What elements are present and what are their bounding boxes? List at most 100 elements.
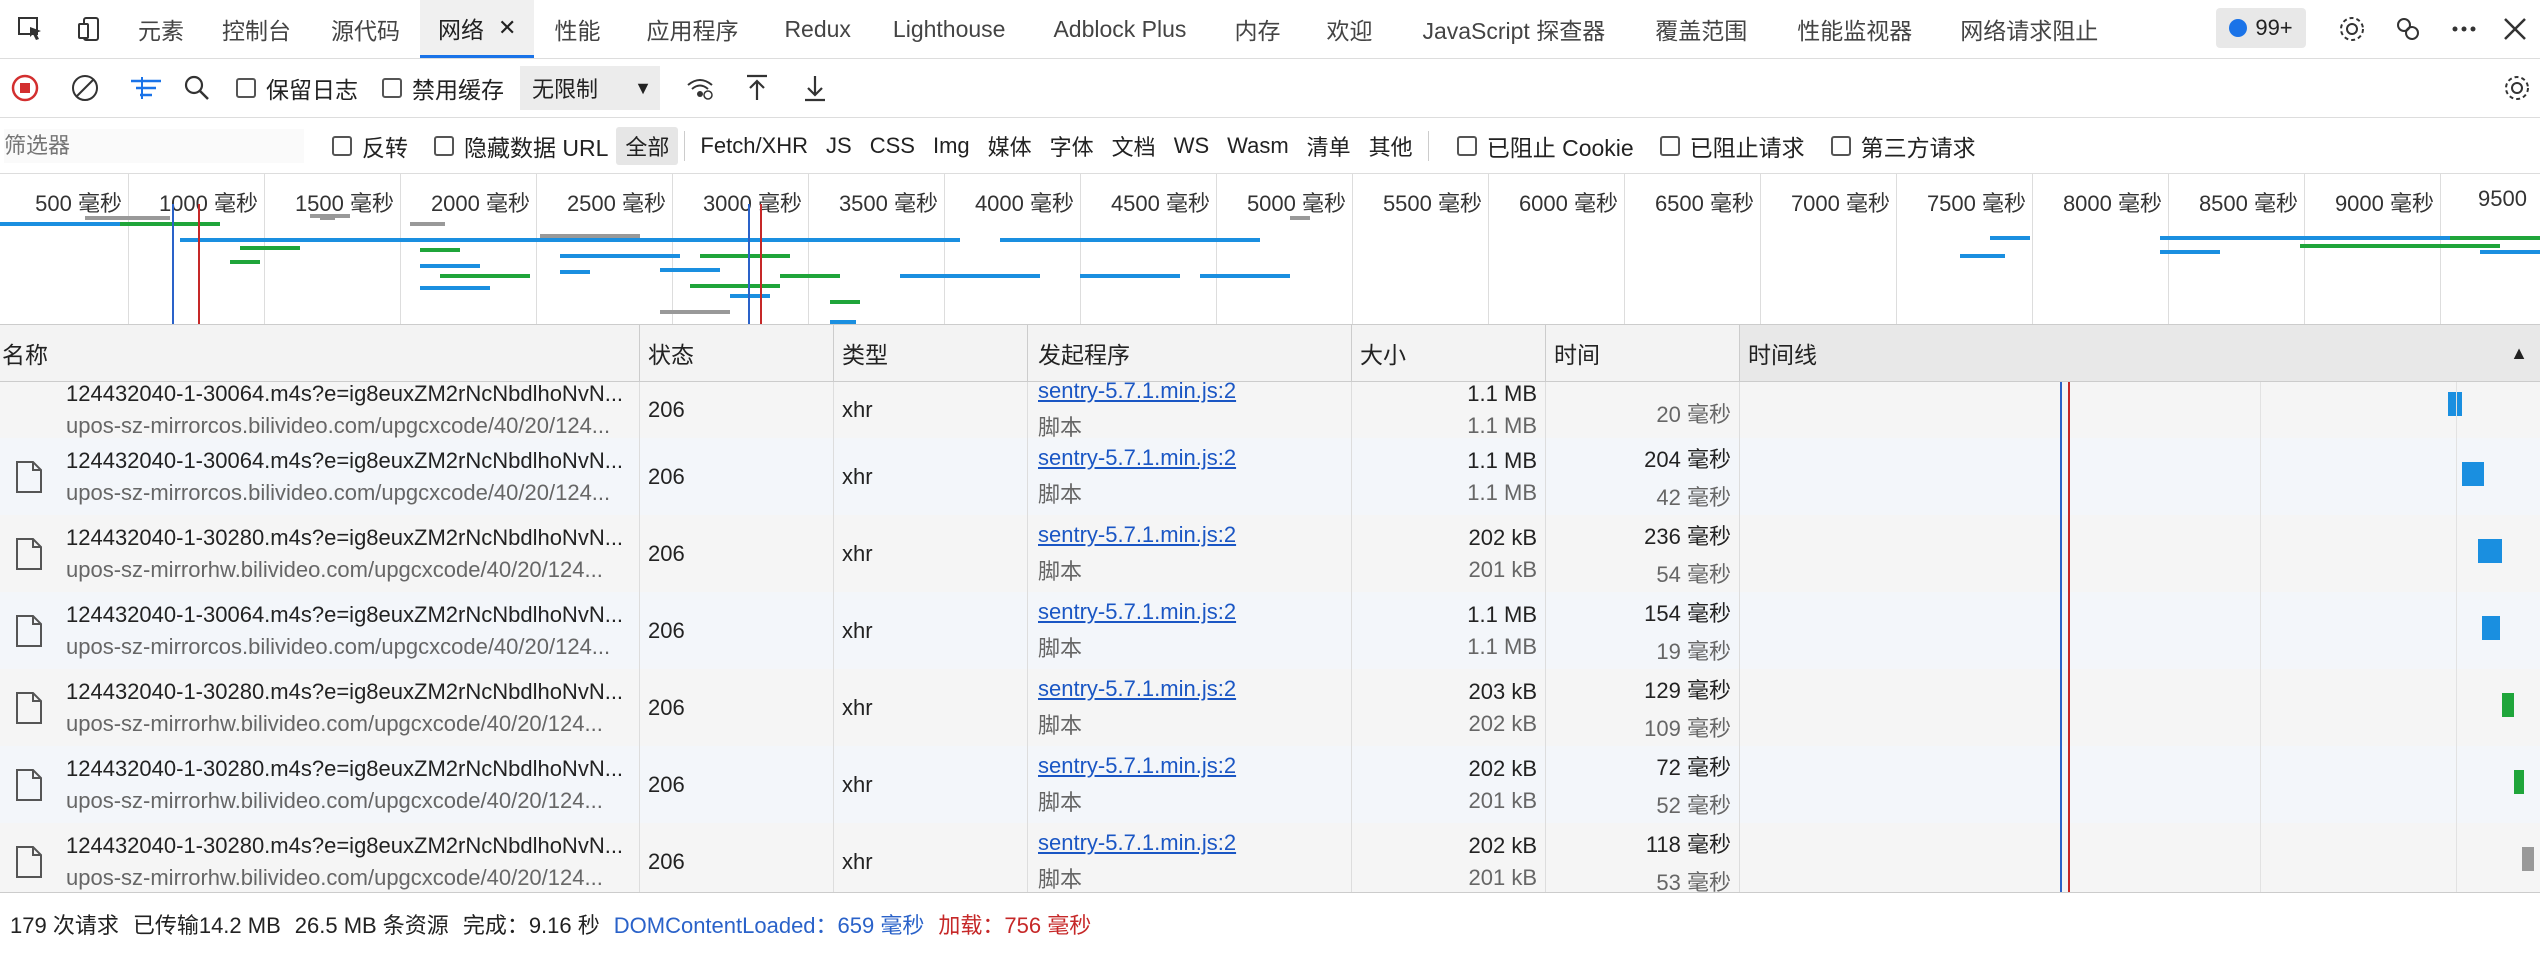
table-row[interactable]: 124432040-1-30280.m4s?e=ig8euxZM2rNcNbdl… <box>0 823 2540 892</box>
tab-3[interactable]: 网络 ✕ <box>420 0 535 58</box>
close-devtools-icon[interactable] <box>2490 0 2540 58</box>
hide-data-url-box[interactable] <box>434 135 454 156</box>
feedback-icon[interactable] <box>2378 0 2438 58</box>
table-row[interactable]: 124432040-1-30280.m4s?e=ig8euxZM2rNcNbdl… <box>0 746 2540 823</box>
document-file-icon <box>14 614 44 654</box>
initiator-link[interactable]: sentry-5.7.1.min.js:2 <box>1038 830 1351 856</box>
initiator-type: 脚本 <box>1038 866 1083 892</box>
disable-cache-box[interactable] <box>382 78 402 98</box>
column-header-time[interactable]: 时间 <box>1546 325 1740 381</box>
tab-0[interactable]: 元素 <box>120 0 202 58</box>
request-name[interactable]: 124432040-1-30064.m4s?e=ig8euxZM2rNcNbdl… <box>66 602 639 628</box>
tab-11[interactable]: JavaScript 探查器 <box>1396 0 1631 58</box>
third-party-checkbox[interactable]: 第三方请求 <box>1830 129 1976 163</box>
close-tab-icon[interactable]: ✕ <box>498 15 516 41</box>
overview-request-bar <box>1960 254 2005 258</box>
network-conditions-icon[interactable] <box>682 59 718 117</box>
settings-gear-icon[interactable] <box>2322 0 2382 58</box>
type-filter-1[interactable]: Fetch/XHR <box>691 127 817 165</box>
import-har-icon[interactable] <box>742 59 772 117</box>
tab-2[interactable]: 源代码 <box>311 0 420 58</box>
request-status: 206 <box>648 617 685 643</box>
type-filter-2[interactable]: JS <box>817 127 861 165</box>
issues-badge[interactable]: 99+ <box>2216 8 2306 48</box>
timeline-waterfall-bar <box>2448 392 2462 416</box>
column-header-initiator[interactable]: 发起程序 <box>1028 325 1352 381</box>
table-row[interactable]: 124432040-1-30064.m4s?e=ig8euxZM2rNcNbdl… <box>0 438 2540 515</box>
request-name[interactable]: 124432040-1-30280.m4s?e=ig8euxZM2rNcNbdl… <box>66 833 639 859</box>
initiator-link[interactable]: sentry-5.7.1.min.js:2 <box>1038 599 1351 625</box>
clear-icon[interactable] <box>68 59 102 117</box>
type-filter-4[interactable]: Img <box>924 127 979 165</box>
type-filter-6[interactable]: 字体 <box>1041 127 1103 165</box>
tab-13[interactable]: 性能监视器 <box>1771 0 1938 58</box>
blocked-requests-box[interactable] <box>1659 135 1680 156</box>
table-row[interactable]: 124432040-1-30064.m4s?e=ig8euxZM2rNcNbdl… <box>0 592 2540 669</box>
type-filter-3[interactable]: CSS <box>861 127 924 165</box>
network-settings-gear-icon[interactable] <box>2502 59 2532 117</box>
initiator-link[interactable]: sentry-5.7.1.min.js:2 <box>1038 382 1351 404</box>
tab-6[interactable]: Redux <box>764 0 870 58</box>
column-header-type[interactable]: 类型 <box>834 325 1028 381</box>
tab-7[interactable]: Lighthouse <box>871 0 1028 58</box>
table-row[interactable]: 124432040-1-30280.m4s?e=ig8euxZM2rNcNbdl… <box>0 669 2540 746</box>
request-name[interactable]: 124432040-1-30280.m4s?e=ig8euxZM2rNcNbdl… <box>66 679 639 705</box>
disable-cache-checkbox[interactable]: 禁用缓存 <box>382 71 504 105</box>
timeline-gridline <box>2260 515 2261 592</box>
column-header-size[interactable]: 大小 <box>1352 325 1546 381</box>
more-options-icon[interactable] <box>2434 0 2494 58</box>
blocked-cookies-checkbox[interactable]: 已阻止 Cookie <box>1456 129 1634 163</box>
tab-10[interactable]: 欢迎 <box>1302 0 1396 58</box>
invert-checkbox[interactable]: 反转 <box>332 129 408 163</box>
type-filter-8[interactable]: WS <box>1165 127 1218 165</box>
tab-5[interactable]: 应用程序 <box>620 0 764 58</box>
initiator-link[interactable]: sentry-5.7.1.min.js:2 <box>1038 753 1351 779</box>
type-filter-9[interactable]: Wasm <box>1218 127 1298 165</box>
tab-14[interactable]: 网络请求阻止 <box>1938 0 2120 58</box>
filter-input[interactable] <box>4 128 304 163</box>
device-toggle-icon[interactable] <box>60 0 120 58</box>
record-stop-icon[interactable] <box>8 59 42 117</box>
type-filter-7[interactable]: 文档 <box>1103 127 1165 165</box>
third-party-box[interactable] <box>1830 135 1851 156</box>
blocked-cookies-box[interactable] <box>1456 135 1477 156</box>
tab-label: JavaScript 探查器 <box>1422 18 1606 44</box>
timeline-cell <box>1740 669 2540 746</box>
initiator-link[interactable]: sentry-5.7.1.min.js:2 <box>1038 676 1351 702</box>
overview-marker-line <box>198 204 200 324</box>
throttling-select[interactable]: 无限制 ▼ <box>520 66 660 110</box>
overview-timeline[interactable]: 500 毫秒 1000 毫秒 1500 毫秒 2000 毫秒 2500 毫秒 3000 毫… <box>0 174 2540 325</box>
type-filter-0[interactable]: 全部 <box>616 126 679 165</box>
tab-4[interactable]: 性能 <box>534 0 620 58</box>
search-icon[interactable] <box>180 59 214 117</box>
inspect-element-icon[interactable] <box>0 0 60 58</box>
tab-1[interactable]: 控制台 <box>202 0 311 58</box>
filter-toggle-icon[interactable] <box>126 59 166 117</box>
table-row[interactable]: 124432040-1-30064.m4s?e=ig8euxZM2rNcNbdl… <box>0 382 2540 438</box>
column-header-status[interactable]: 状态 <box>640 325 834 381</box>
preserve-log-checkbox[interactable]: 保留日志 <box>236 71 358 105</box>
column-header-timeline[interactable]: 时间线 ▲ <box>1740 325 2540 381</box>
request-name[interactable]: 124432040-1-30280.m4s?e=ig8euxZM2rNcNbdl… <box>66 525 639 551</box>
overview-request-bar <box>580 238 840 242</box>
tab-12[interactable]: 覆盖范围 <box>1631 0 1771 58</box>
blocked-requests-checkbox[interactable]: 已阻止请求 <box>1659 129 1805 163</box>
type-filter-5[interactable]: 媒体 <box>979 127 1041 165</box>
tab-9[interactable]: 内存 <box>1212 0 1302 58</box>
overview-request-bar <box>830 320 856 324</box>
invert-box[interactable] <box>332 135 352 156</box>
tab-8[interactable]: Adblock Plus <box>1027 0 1212 58</box>
request-name[interactable]: 124432040-1-30064.m4s?e=ig8euxZM2rNcNbdl… <box>66 382 639 407</box>
request-name[interactable]: 124432040-1-30280.m4s?e=ig8euxZM2rNcNbdl… <box>66 756 639 782</box>
type-filter-10[interactable]: 清单 <box>1298 127 1360 165</box>
initiator-link[interactable]: sentry-5.7.1.min.js:2 <box>1038 522 1351 548</box>
export-har-icon[interactable] <box>800 59 830 117</box>
request-name[interactable]: 124432040-1-30064.m4s?e=ig8euxZM2rNcNbdl… <box>66 448 639 474</box>
preserve-log-box[interactable] <box>236 78 256 98</box>
overview-marker-line <box>748 204 750 324</box>
hide-data-url-checkbox[interactable]: 隐藏数据 URL <box>434 129 608 163</box>
initiator-link[interactable]: sentry-5.7.1.min.js:2 <box>1038 445 1351 471</box>
type-filter-11[interactable]: 其他 <box>1360 127 1422 165</box>
column-header-name[interactable]: 名称 <box>0 325 640 381</box>
table-row[interactable]: 124432040-1-30280.m4s?e=ig8euxZM2rNcNbdl… <box>0 515 2540 592</box>
